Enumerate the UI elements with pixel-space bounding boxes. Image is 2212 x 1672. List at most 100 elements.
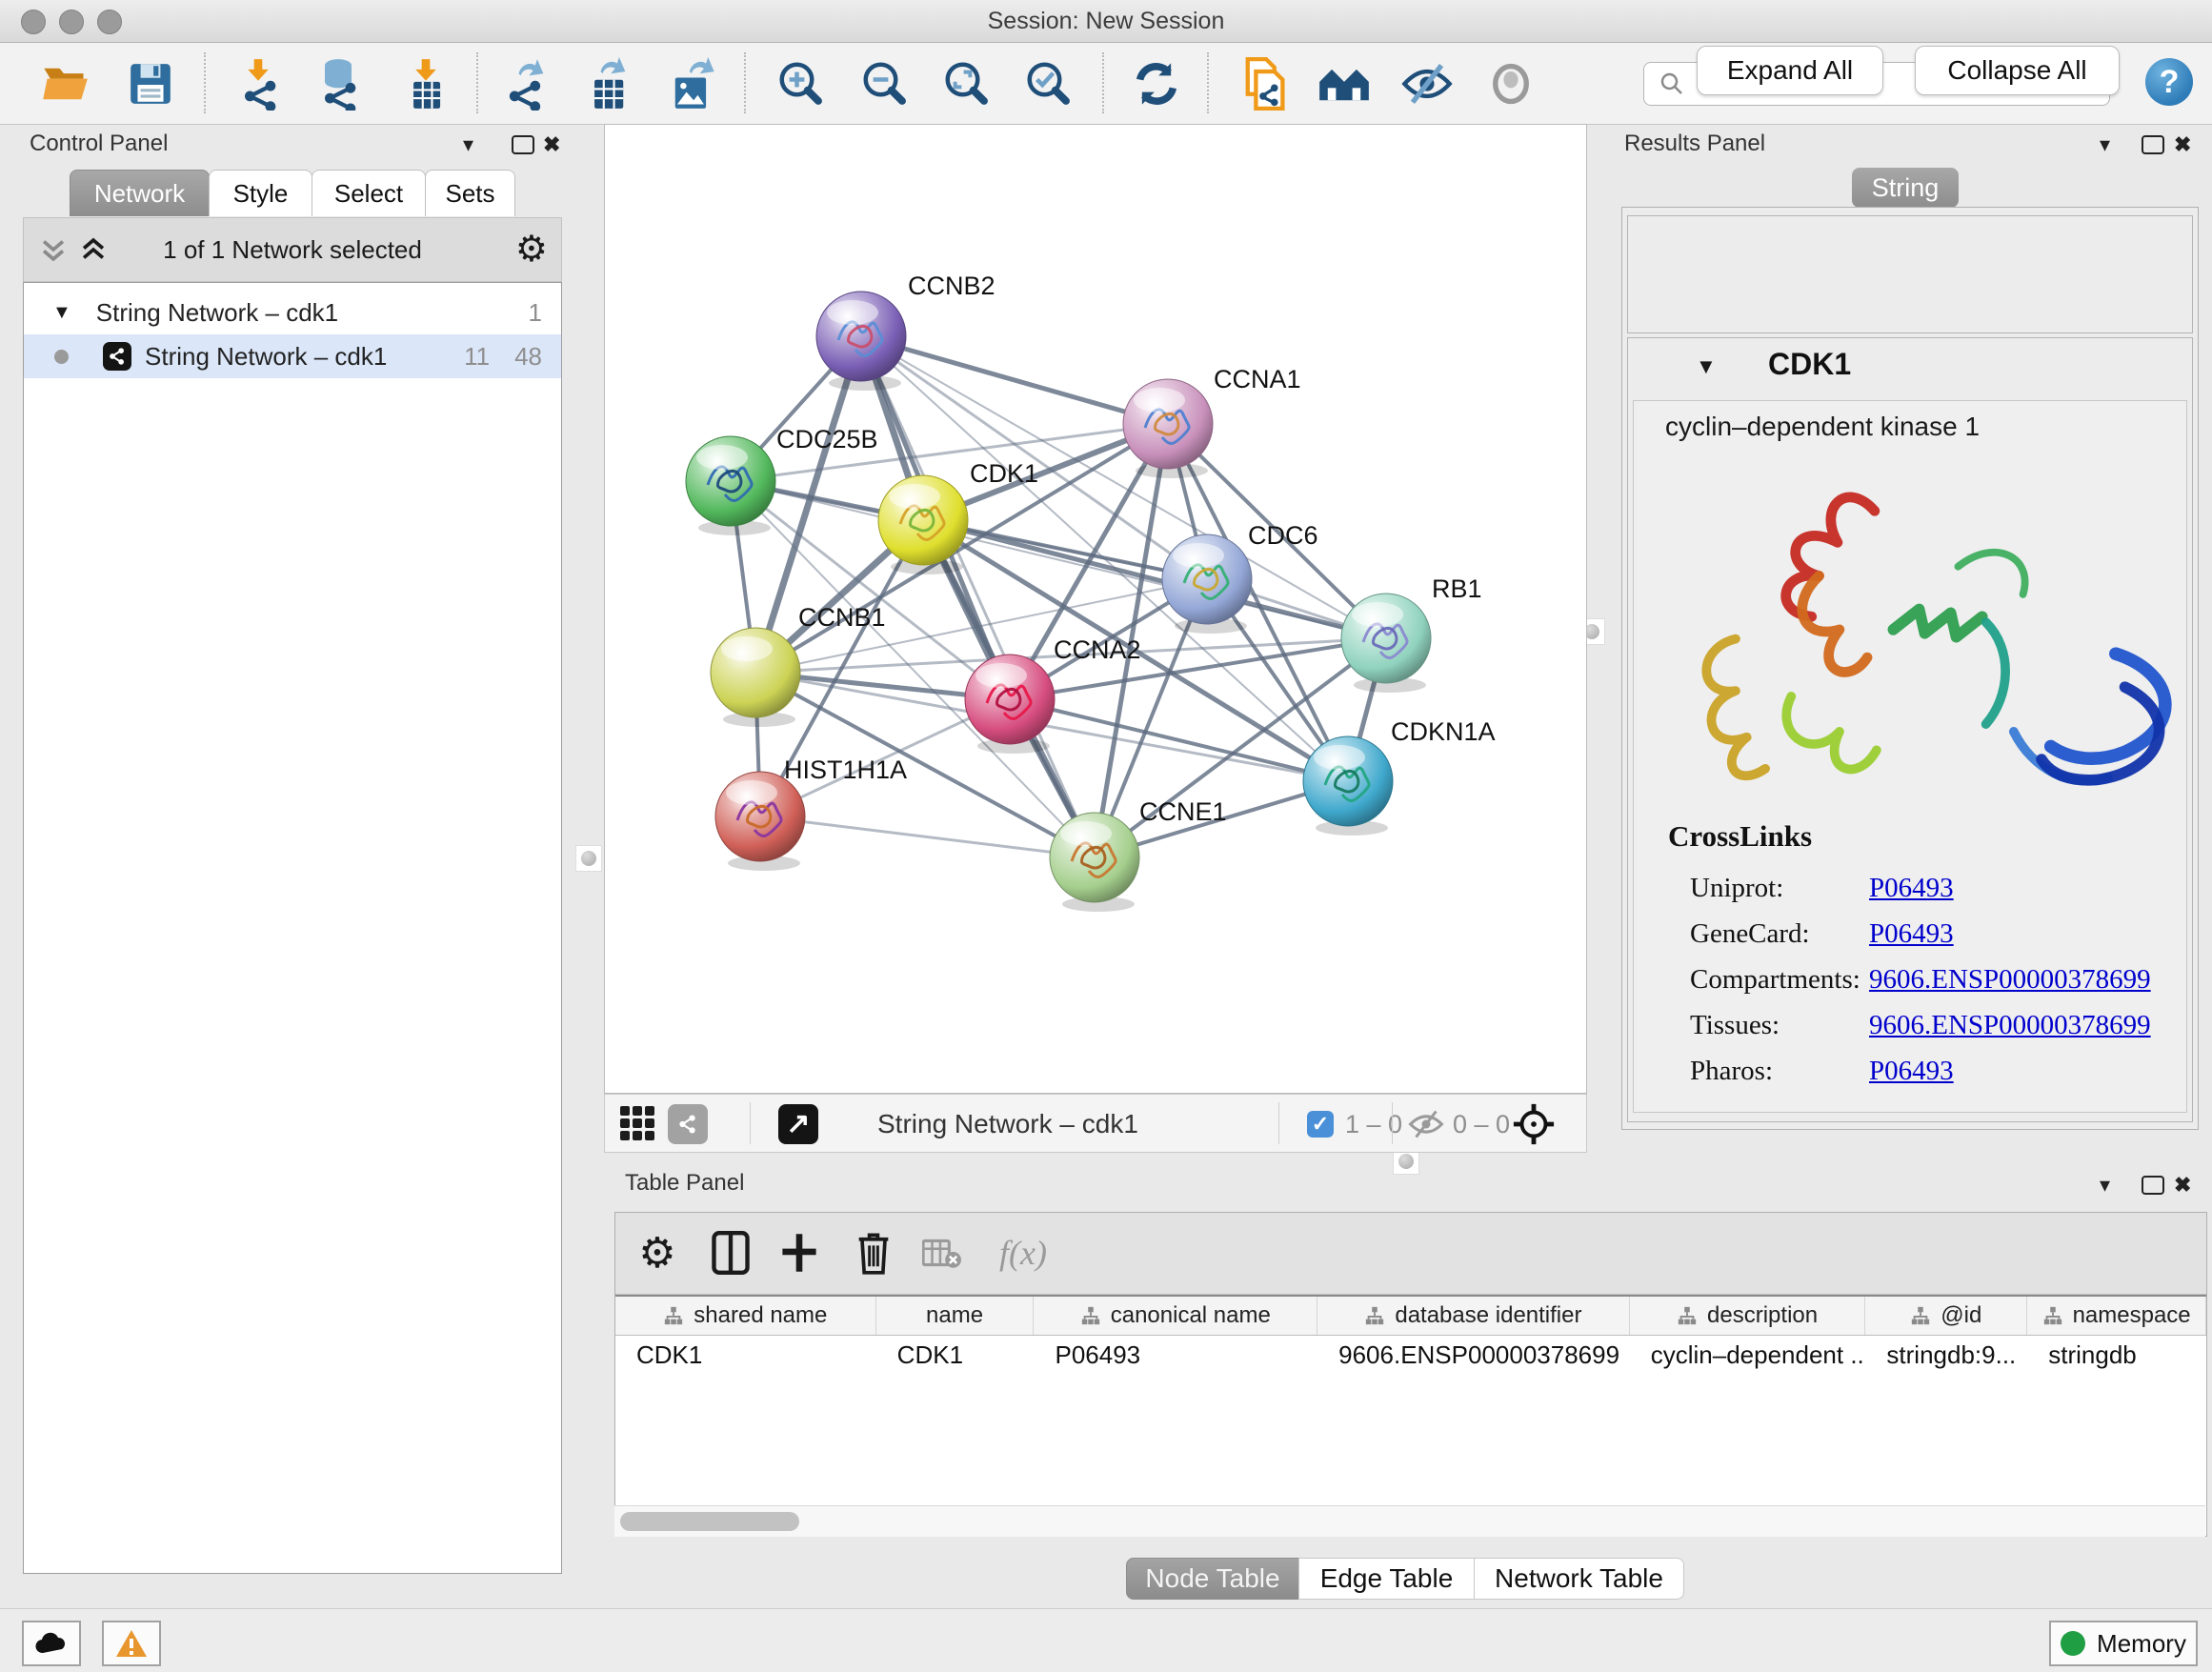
refresh-button[interactable] <box>1128 56 1185 111</box>
column-header-database-identifier[interactable]: database identifier <box>1317 1297 1630 1335</box>
table-cell[interactable]: cyclin–dependent ... <box>1630 1336 1866 1374</box>
node-CCNB1[interactable] <box>711 628 800 727</box>
tab-network[interactable]: Network <box>70 170 210 216</box>
tab-node-table[interactable]: Node Table <box>1126 1558 1299 1600</box>
column-header-canonical-name[interactable]: canonical name <box>1034 1297 1317 1335</box>
results-buttons-box <box>1627 215 2193 333</box>
tab-select[interactable]: Select <box>312 170 426 216</box>
column-header--id[interactable]: @id <box>1865 1297 2027 1335</box>
crosshair-icon[interactable] <box>1512 1102 1556 1146</box>
add-column-icon[interactable] <box>773 1226 826 1279</box>
collapse-all-button[interactable]: Collapse All <box>1915 46 2120 95</box>
hide-selected-button[interactable] <box>1398 56 1456 111</box>
export-table-button[interactable] <box>578 56 635 111</box>
tree-expander-icon[interactable]: ▼ <box>52 302 71 324</box>
control-panel-float-icon[interactable]: ▾ <box>463 132 473 157</box>
node-CCNA1[interactable] <box>1123 379 1213 478</box>
birds-eye-view-icon[interactable]: ↗ <box>778 1104 818 1144</box>
function-builder-icon[interactable]: f(x) <box>996 1226 1050 1279</box>
cloud-status-button[interactable] <box>22 1621 81 1666</box>
entry-expander-icon[interactable]: ▼ <box>1696 354 1717 379</box>
export-network-button[interactable] <box>496 56 553 111</box>
network-row-selected[interactable]: String Network – cdk1 11 48 <box>24 334 561 378</box>
zoom-in-button[interactable] <box>773 56 830 111</box>
help-button[interactable]: ? <box>2145 58 2193 106</box>
show-columns-icon[interactable] <box>704 1226 757 1279</box>
network-canvas[interactable]: CCNB2CCNA1CDC25BCDK1CDC6RB1CCNB1CCNA2CDK… <box>604 124 1587 1094</box>
column-header-name[interactable]: name <box>876 1297 1035 1335</box>
table-row[interactable]: CDK1CDK1P064939606.ENSP00000378699cyclin… <box>615 1336 2206 1374</box>
column-header-label: name <box>926 1302 983 1329</box>
table-cell[interactable]: P06493 <box>1034 1336 1317 1374</box>
warning-icon <box>115 1629 148 1658</box>
zoom-out-button[interactable] <box>856 56 914 111</box>
table-toolbar: ⚙ f(x) <box>615 1213 2206 1295</box>
results-panel-float-icon[interactable]: ▾ <box>2100 132 2110 157</box>
node-CDKN1A[interactable] <box>1303 736 1393 836</box>
crosslink-row: Tissues: 9606.ENSP00000378699 <box>1690 1010 2166 1056</box>
open-session-button[interactable] <box>36 56 93 111</box>
tab-network-table[interactable]: Network Table <box>1474 1558 1684 1600</box>
table-cell[interactable]: 9606.ENSP00000378699 <box>1317 1336 1630 1374</box>
node-RB1[interactable] <box>1341 594 1431 693</box>
column-header-shared-name[interactable]: shared name <box>615 1297 876 1335</box>
expand-all-button[interactable]: Expand All <box>1697 46 1883 95</box>
table-panel-float-icon[interactable]: ▾ <box>2100 1173 2110 1198</box>
node-HIST1H1A[interactable] <box>715 772 805 871</box>
show-all-button[interactable] <box>1482 56 1539 111</box>
table-panel-maximize-icon[interactable] <box>2142 1176 2164 1195</box>
tab-sets[interactable]: Sets <box>425 170 515 216</box>
toolbar-separator <box>1392 1102 1393 1144</box>
tab-style[interactable]: Style <box>209 170 312 216</box>
table-horizontal-scrollbar[interactable] <box>614 1505 2205 1537</box>
zoom-fit-button[interactable] <box>938 56 995 111</box>
save-session-button[interactable] <box>122 56 179 111</box>
export-image-button[interactable] <box>663 56 720 111</box>
crosslink-link[interactable]: 9606.ENSP00000378699 <box>1869 1010 2151 1041</box>
delete-table-icon[interactable] <box>915 1226 969 1279</box>
network-type-icon[interactable] <box>668 1104 708 1144</box>
gear-icon[interactable]: ⚙ <box>515 228 548 271</box>
control-panel-maximize-icon[interactable] <box>512 135 534 154</box>
import-database-button[interactable] <box>310 56 367 111</box>
grid-view-icon[interactable] <box>620 1106 656 1142</box>
left-splitter-handle[interactable] <box>575 845 602 872</box>
zoom-selected-button[interactable] <box>1020 56 1077 111</box>
results-panel-maximize-icon[interactable] <box>2142 135 2164 154</box>
table-panel-close-icon[interactable]: ✖ <box>2174 1173 2191 1198</box>
tab-edge-table[interactable]: Edge Table <box>1298 1558 1475 1600</box>
crosslink-link[interactable]: 9606.ENSP00000378699 <box>1869 964 2151 996</box>
clone-network-button[interactable] <box>1236 56 1293 111</box>
crosslink-link[interactable]: P06493 <box>1869 1056 1954 1087</box>
control-panel-close-icon[interactable]: ✖ <box>543 132 560 157</box>
node-CCNE1[interactable] <box>1050 813 1139 912</box>
crosslink-link[interactable]: P06493 <box>1869 918 1954 950</box>
table-settings-gear-icon[interactable]: ⚙ <box>631 1226 684 1279</box>
import-table-button[interactable] <box>397 56 454 111</box>
delete-column-trash-icon[interactable] <box>847 1226 900 1279</box>
column-header-label: @id <box>1941 1302 1981 1329</box>
first-neighbors-button[interactable] <box>1316 56 1373 111</box>
node-CDC25B[interactable] <box>686 436 775 535</box>
node-CDC6[interactable] <box>1162 534 1252 634</box>
warnings-button[interactable] <box>102 1621 161 1666</box>
column-header-description[interactable]: description <box>1630 1297 1866 1335</box>
network-collection-row[interactable]: ▼ String Network – cdk1 1 <box>24 291 561 334</box>
scrollbar-thumb[interactable] <box>620 1512 799 1531</box>
toolbar-separator <box>1207 52 1209 113</box>
table-cell[interactable]: CDK1 <box>615 1336 876 1374</box>
crosslink-label: Compartments: <box>1690 964 1860 995</box>
import-network-button[interactable] <box>230 56 287 111</box>
status-bar: Memory <box>0 1608 2212 1672</box>
table-cell[interactable]: stringdb:9... <box>1865 1336 2027 1374</box>
column-header-namespace[interactable]: namespace <box>2027 1297 2206 1335</box>
table-cell[interactable]: CDK1 <box>876 1336 1035 1374</box>
copy-document-icon <box>1238 57 1290 111</box>
results-panel-close-icon[interactable]: ✖ <box>2174 132 2191 157</box>
node-CCNB2[interactable] <box>816 292 906 391</box>
table-cell[interactable]: stringdb <box>2027 1336 2206 1374</box>
selected-checkbox-icon[interactable]: ✓ <box>1307 1111 1334 1138</box>
memory-button[interactable]: Memory <box>2049 1621 2198 1666</box>
tab-string[interactable]: String <box>1852 168 1959 208</box>
crosslink-link[interactable]: P06493 <box>1869 873 1954 904</box>
